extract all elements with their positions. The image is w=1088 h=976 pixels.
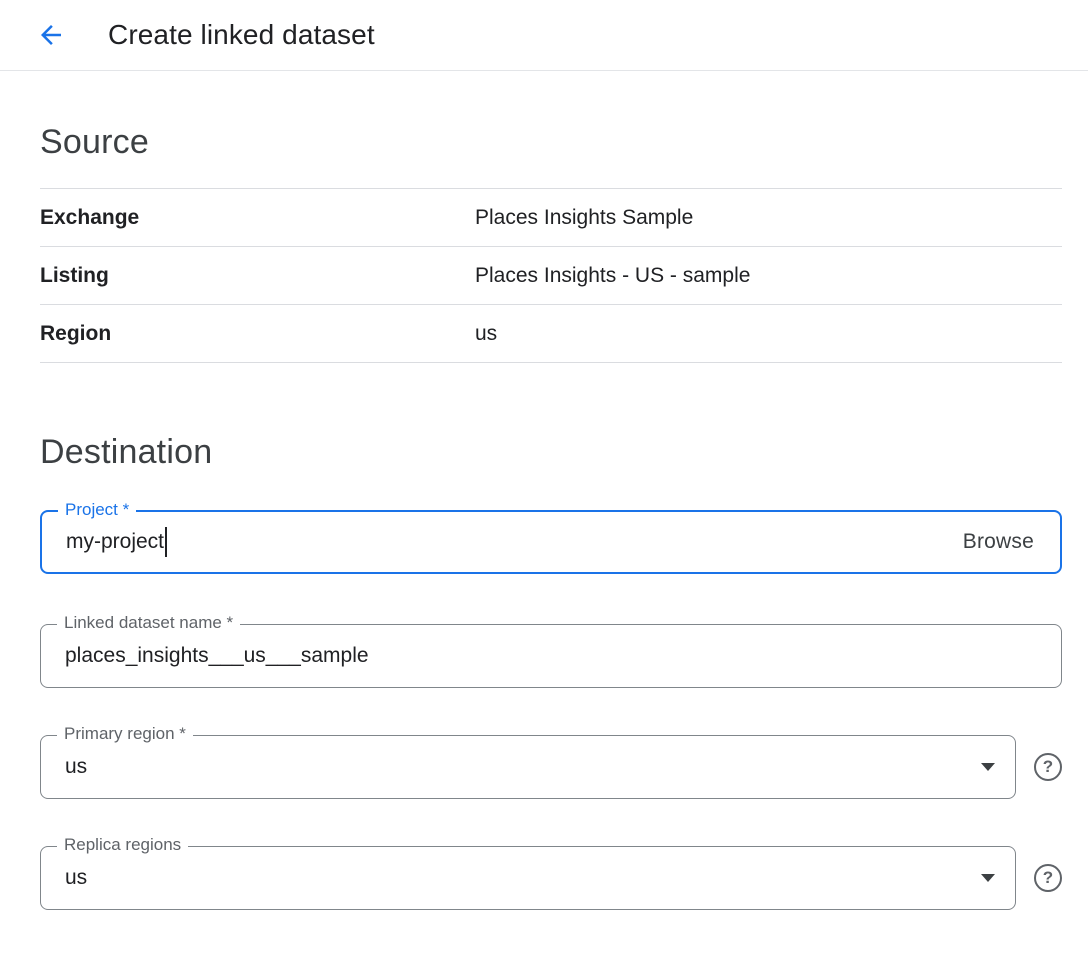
header: Create linked dataset <box>0 0 1088 71</box>
table-row-region: Region us <box>40 305 1062 363</box>
row-label: Exchange <box>40 206 475 230</box>
table-row-exchange: Exchange Places Insights Sample <box>40 189 1062 247</box>
row-value: us <box>475 322 1062 346</box>
primary-region-label: Primary region * <box>57 724 193 744</box>
source-heading: Source <box>40 123 1062 162</box>
linked-dataset-name-field[interactable]: Linked dataset name * places_insights___… <box>40 624 1062 688</box>
row-value: Places Insights Sample <box>475 206 1062 230</box>
replica-regions-label: Replica regions <box>57 835 188 855</box>
project-field[interactable]: Project * my-project Browse <box>40 510 1062 574</box>
help-icon[interactable]: ? <box>1034 753 1062 781</box>
primary-region-value: us <box>65 755 87 779</box>
page-title: Create linked dataset <box>108 19 375 51</box>
help-icon[interactable]: ? <box>1034 864 1062 892</box>
project-field-label: Project * <box>58 500 136 520</box>
table-row-listing: Listing Places Insights - US - sample <box>40 247 1062 305</box>
source-table: Exchange Places Insights Sample Listing … <box>40 188 1062 363</box>
primary-region-row: Primary region * us ? <box>40 735 1062 799</box>
back-button[interactable] <box>30 14 72 56</box>
row-value: Places Insights - US - sample <box>475 264 1062 288</box>
replica-regions-value: us <box>65 866 87 890</box>
linked-dataset-name-value[interactable]: places_insights___us___sample <box>65 644 369 668</box>
dropdown-arrow-icon <box>981 763 995 771</box>
replica-regions-row: Replica regions us ? <box>40 846 1062 910</box>
text-cursor <box>165 527 167 557</box>
browse-button[interactable]: Browse <box>957 530 1040 554</box>
project-input-value[interactable]: my-project <box>66 530 164 554</box>
main-content: Source Exchange Places Insights Sample L… <box>0 123 1088 950</box>
primary-region-select[interactable]: Primary region * us <box>40 735 1016 799</box>
linked-dataset-name-label: Linked dataset name * <box>57 613 240 633</box>
destination-heading: Destination <box>40 433 1062 472</box>
replica-regions-select[interactable]: Replica regions us <box>40 846 1016 910</box>
dropdown-arrow-icon <box>981 874 995 882</box>
back-arrow-icon <box>36 20 66 50</box>
row-label: Region <box>40 322 475 346</box>
row-label: Listing <box>40 264 475 288</box>
